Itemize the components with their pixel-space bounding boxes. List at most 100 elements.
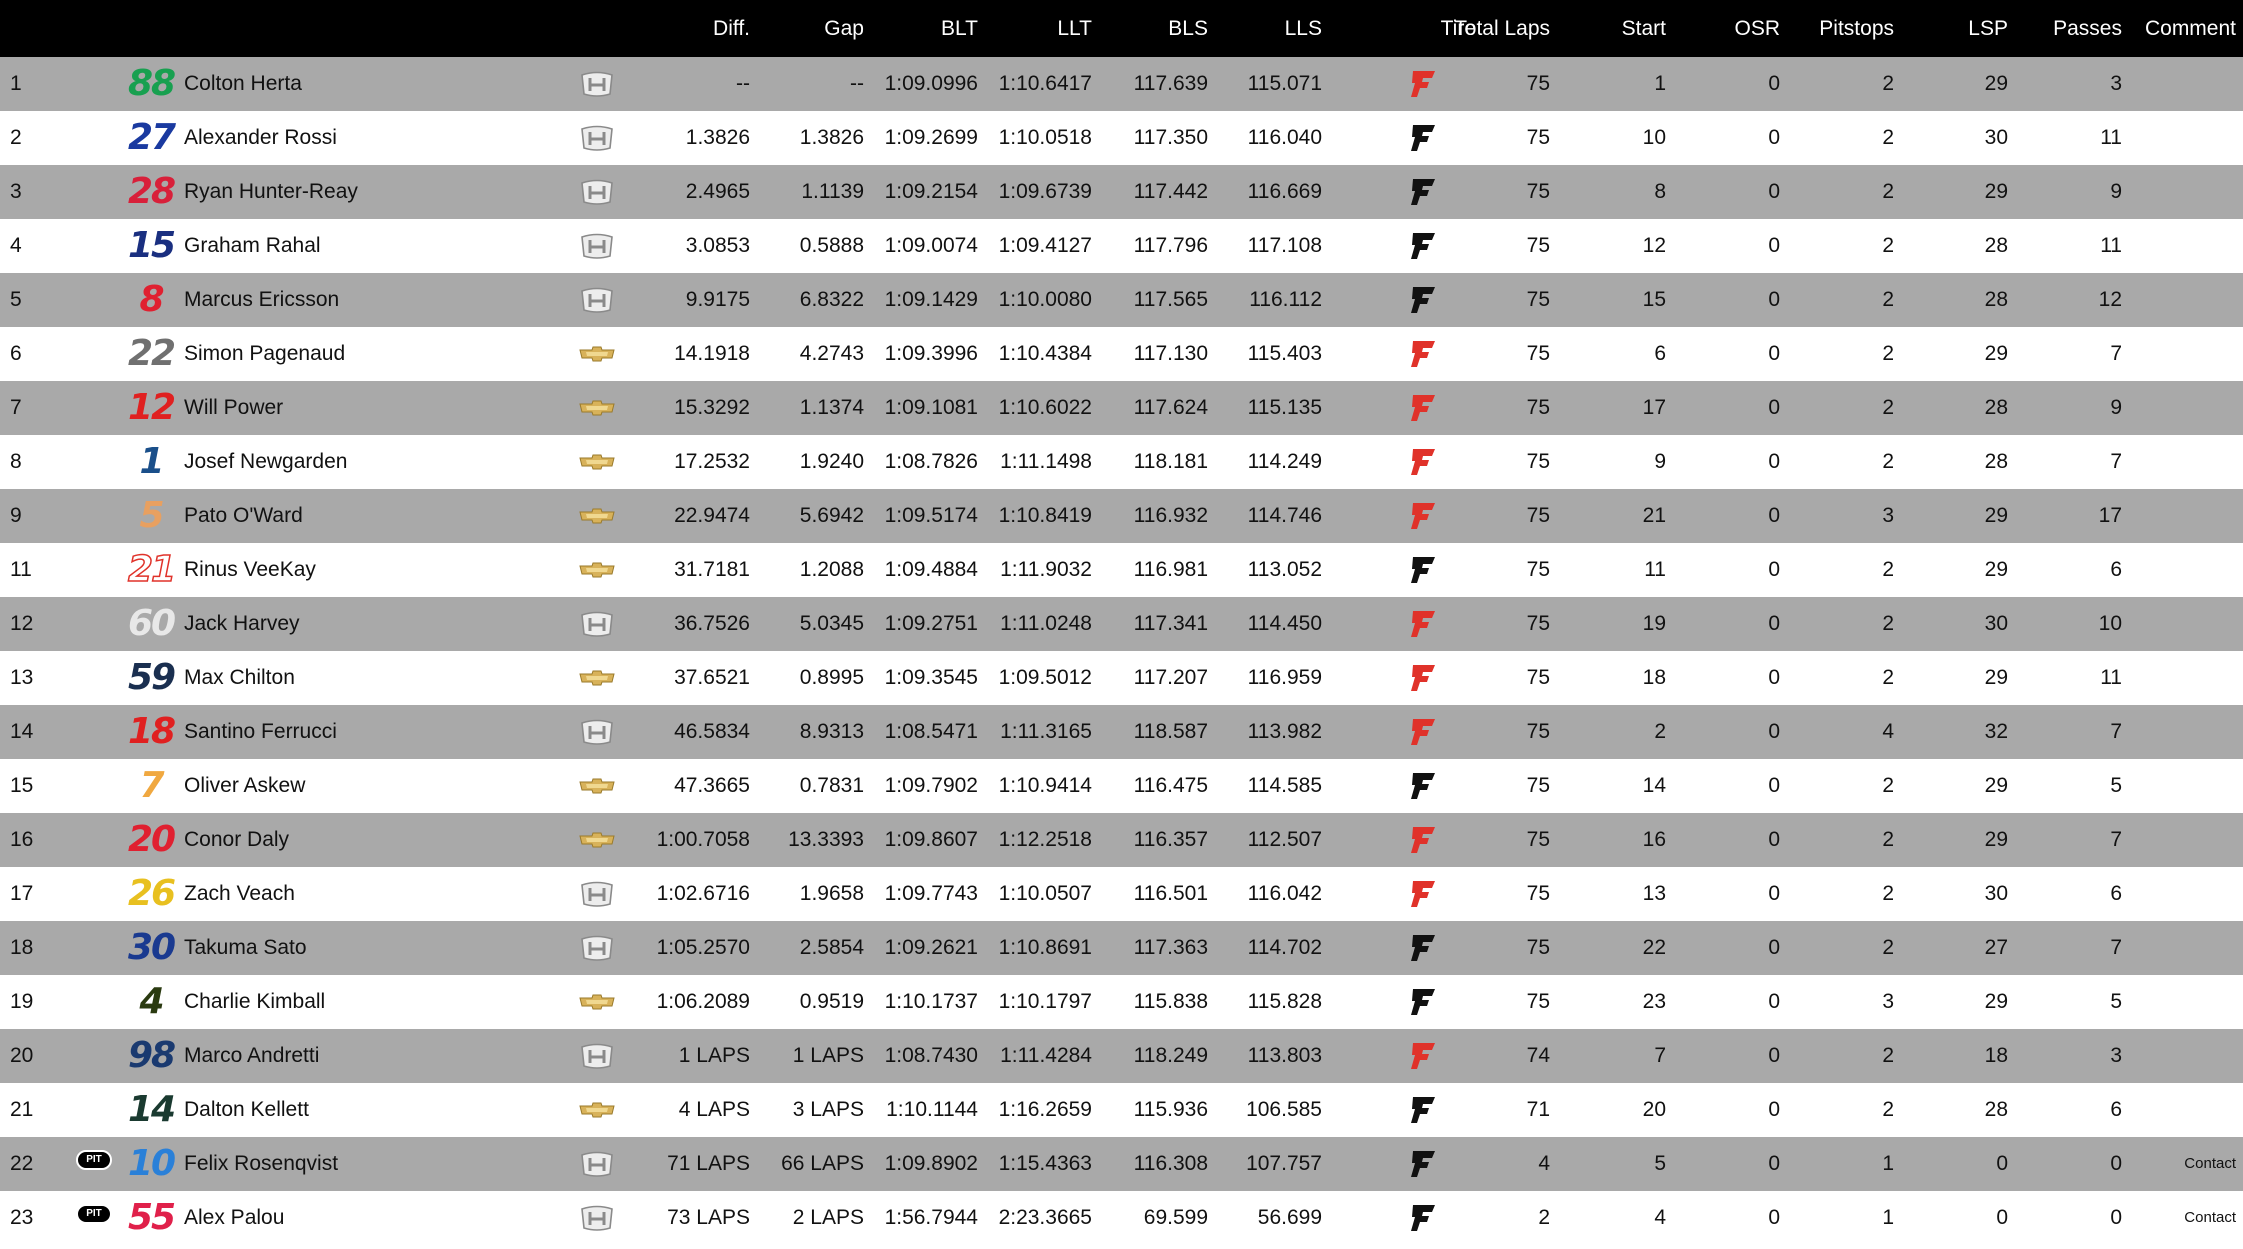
driver-name[interactable]: Alex Palou <box>184 1191 564 1245</box>
driver-name[interactable]: Charlie Kimball <box>184 975 564 1029</box>
header-diff[interactable]: Diff. <box>630 0 750 57</box>
car-number: 10 <box>118 1137 184 1191</box>
last-lap-speed: 115.828 <box>1247 990 1322 1013</box>
header-osr[interactable]: OSR <box>1666 0 1780 57</box>
table-row-17[interactable]: 17 26 Zach Veach 1:02.6716 1.9658 1:09.7… <box>0 867 2243 921</box>
table-row-3[interactable]: 3 28 Ryan Hunter-Reay 2.4965 1.1139 1:09… <box>0 165 2243 219</box>
tire-red-icon <box>1411 665 1435 691</box>
table-row-8[interactable]: 8 1 Josef Newgarden 17.2532 1.9240 1:08.… <box>0 435 2243 489</box>
header-lsp[interactable]: LSP <box>1894 0 2008 57</box>
driver-name[interactable]: Dalton Kellett <box>184 1083 564 1137</box>
lsp-value: 29 <box>1984 774 2008 797</box>
table-row-4[interactable]: 4 15 Graham Rahal 3.0853 0.5888 1:09.007… <box>0 219 2243 273</box>
pitstops-value: 2 <box>1882 180 1894 203</box>
car-number-text: 30 <box>127 927 176 968</box>
total-laps-value: 75 <box>1526 720 1550 743</box>
tire-cell <box>1390 381 1456 435</box>
car-number-text: 27 <box>127 117 176 158</box>
gap-value: 6.8322 <box>799 288 864 311</box>
tire-black-icon <box>1411 179 1435 205</box>
last-lap-time: 1:11.9032 <box>1000 558 1092 581</box>
table-row-9[interactable]: 9 5 Pato O'Ward 22.9474 5.6942 1:09.5174… <box>0 489 2243 543</box>
driver-name[interactable]: Zach Veach <box>184 867 564 921</box>
table-row-18[interactable]: 18 30 Takuma Sato 1:05.2570 2.5854 1:09.… <box>0 921 2243 975</box>
osr-value: 0 <box>1768 342 1780 365</box>
table-row-15[interactable]: 15 7 Oliver Askew 47.3665 0.7831 1:09.79… <box>0 759 2243 813</box>
driver-name[interactable]: Conor Daly <box>184 813 564 867</box>
header-total-laps[interactable]: Total Laps <box>1450 0 1550 57</box>
tire-cell <box>1390 327 1456 381</box>
table-row-19[interactable]: 19 4 Charlie Kimball 1:06.2089 0.9519 1:… <box>0 975 2243 1029</box>
pit-cell <box>72 327 114 381</box>
car-number-text: 60 <box>127 603 176 644</box>
total-laps-value: 75 <box>1526 936 1550 959</box>
table-row-11[interactable]: 11 21 Rinus VeeKay 31.7181 1.2088 1:09.4… <box>0 543 2243 597</box>
start-value: 16 <box>1642 828 1666 851</box>
driver-name[interactable]: Josef Newgarden <box>184 435 564 489</box>
table-row-12[interactable]: 12 60 Jack Harvey 36.7526 5.0345 1:09.27… <box>0 597 2243 651</box>
header-pitstops[interactable]: Pitstops <box>1780 0 1894 57</box>
passes-value: 17 <box>2098 504 2122 527</box>
driver-name[interactable]: Simon Pagenaud <box>184 327 564 381</box>
gap-value: 0.8995 <box>799 666 864 689</box>
car-number: 7 <box>118 759 184 813</box>
tire-cell <box>1390 1083 1456 1137</box>
gap-value: 0.7831 <box>799 774 864 797</box>
start-value: 2 <box>1654 720 1666 743</box>
table-row-2[interactable]: 2 27 Alexander Rossi 1.3826 1.3826 1:09.… <box>0 111 2243 165</box>
start-value: 10 <box>1642 126 1666 149</box>
lsp-value: 18 <box>1984 1044 2008 1067</box>
table-row-14[interactable]: 14 18 Santino Ferrucci 46.5834 8.9313 1:… <box>0 705 2243 759</box>
driver-name[interactable]: Takuma Sato <box>184 921 564 975</box>
table-row-1[interactable]: 1 88 Colton Herta -- -- 1:09.0996 1:10.6… <box>0 57 2243 111</box>
table-row-22[interactable]: 22 PIT 10 Felix Rosenqvist 71 LAPS 66 LA… <box>0 1137 2243 1191</box>
driver-name[interactable]: Oliver Askew <box>184 759 564 813</box>
header-comment[interactable]: Comment <box>2122 0 2236 57</box>
car-number-text: 26 <box>127 873 176 914</box>
best-lap-time: 1:09.2621 <box>884 936 978 959</box>
total-laps-value: 75 <box>1526 126 1550 149</box>
position: 14 <box>10 720 34 743</box>
diff-value: 1.3826 <box>685 126 750 149</box>
best-lap-time: 1:09.7743 <box>884 882 978 905</box>
table-row-5[interactable]: 5 8 Marcus Ericsson 9.9175 6.8322 1:09.1… <box>0 273 2243 327</box>
engine-cell <box>566 273 626 327</box>
driver-name[interactable]: Santino Ferrucci <box>184 705 564 759</box>
driver-name[interactable]: Felix Rosenqvist <box>184 1137 564 1191</box>
table-row-20[interactable]: 20 98 Marco Andretti 1 LAPS 1 LAPS 1:08.… <box>0 1029 2243 1083</box>
start-value: 18 <box>1642 666 1666 689</box>
table-row-21[interactable]: 21 14 Dalton Kellett 4 LAPS 3 LAPS 1:10.… <box>0 1083 2243 1137</box>
driver-name[interactable]: Will Power <box>184 381 564 435</box>
header-passes[interactable]: Passes <box>2008 0 2122 57</box>
table-row-13[interactable]: 13 59 Max Chilton 37.6521 0.8995 1:09.35… <box>0 651 2243 705</box>
header-gap[interactable]: Gap <box>750 0 864 57</box>
table-row-7[interactable]: 7 12 Will Power 15.3292 1.1374 1:09.1081… <box>0 381 2243 435</box>
driver-name[interactable]: Alexander Rossi <box>184 111 564 165</box>
header-llt[interactable]: LLT <box>978 0 1092 57</box>
header-start[interactable]: Start <box>1550 0 1666 57</box>
header-lls[interactable]: LLS <box>1208 0 1322 57</box>
header-blt[interactable]: BLT <box>864 0 978 57</box>
driver-name[interactable]: Pato O'Ward <box>184 489 564 543</box>
table-row-6[interactable]: 6 22 Simon Pagenaud 14.1918 4.2743 1:09.… <box>0 327 2243 381</box>
best-lap-speed: 116.501 <box>1133 882 1208 905</box>
header-bls[interactable]: BLS <box>1092 0 1208 57</box>
diff-value: 4 LAPS <box>678 1098 750 1121</box>
diff-value: 14.1918 <box>674 342 750 365</box>
driver-name[interactable]: Max Chilton <box>184 651 564 705</box>
driver-name[interactable]: Marco Andretti <box>184 1029 564 1083</box>
table-row-23[interactable]: 23 PIT 55 Alex Palou 73 LAPS 2 LAPS 1:56… <box>0 1191 2243 1245</box>
driver-name[interactable]: Ryan Hunter-Reay <box>184 165 564 219</box>
driver-name[interactable]: Jack Harvey <box>184 597 564 651</box>
tire-cell <box>1390 1191 1456 1245</box>
tire-red-icon <box>1411 827 1435 853</box>
tire-cell <box>1390 867 1456 921</box>
pit-cell <box>72 921 114 975</box>
driver-name[interactable]: Rinus VeeKay <box>184 543 564 597</box>
chevrolet-bowtie-icon <box>579 562 615 578</box>
start-value: 19 <box>1642 612 1666 635</box>
driver-name[interactable]: Colton Herta <box>184 57 564 111</box>
driver-name[interactable]: Marcus Ericsson <box>184 273 564 327</box>
driver-name[interactable]: Graham Rahal <box>184 219 564 273</box>
table-row-16[interactable]: 16 20 Conor Daly 1:00.7058 13.3393 1:09.… <box>0 813 2243 867</box>
